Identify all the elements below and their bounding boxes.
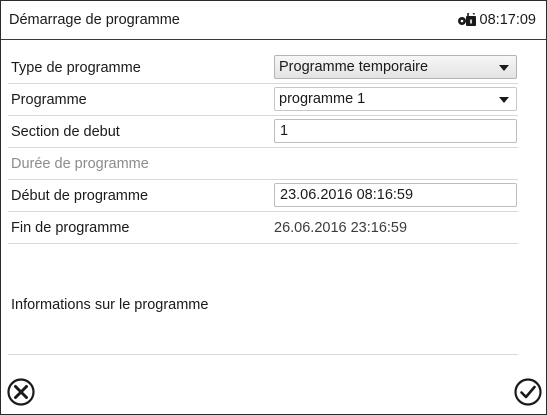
header-bar: Démarrage de programme 08:17:09 bbox=[1, 1, 546, 40]
row-program: Programme programme 1 bbox=[8, 84, 518, 116]
row-program-type: Type de programme Programme temporaire bbox=[8, 52, 518, 84]
divider bbox=[8, 354, 518, 355]
confirm-button[interactable] bbox=[513, 377, 543, 407]
program-type-dropdown[interactable]: Programme temporaire bbox=[274, 55, 517, 79]
program-type-label: Type de programme bbox=[11, 60, 141, 76]
program-type-value: Programme temporaire bbox=[279, 59, 429, 75]
program-end-label: Fin de programme bbox=[11, 220, 130, 236]
chevron-down-icon bbox=[499, 65, 509, 71]
program-label: Programme bbox=[11, 92, 87, 108]
program-duration-label: Durée de programme bbox=[11, 156, 149, 172]
program-start-label: Début de programme bbox=[11, 188, 149, 204]
row-program-duration: Durée de programme bbox=[8, 148, 518, 180]
program-start-value: 23.06.2016 08:16:59 bbox=[280, 187, 414, 203]
close-circle-icon bbox=[7, 378, 35, 406]
clock: 08:17:09 bbox=[457, 12, 536, 28]
program-end-value: 26.06.2016 23:16:59 bbox=[274, 220, 408, 236]
clock-time: 08:17:09 bbox=[479, 12, 536, 28]
page-title: Démarrage de programme bbox=[9, 12, 180, 28]
row-start-section: Section de debut 1 bbox=[8, 116, 518, 148]
chevron-down-icon bbox=[499, 97, 509, 103]
check-circle-icon bbox=[514, 378, 542, 406]
program-value: programme 1 bbox=[279, 91, 366, 107]
program-start-screen: Démarrage de programme 08:17:09 Type de … bbox=[0, 0, 547, 415]
row-program-end: Fin de programme 26.06.2016 23:16:59 bbox=[8, 212, 518, 244]
program-info-label: Informations sur le programme bbox=[11, 297, 209, 313]
lock-icon bbox=[457, 13, 476, 26]
program-start-input[interactable]: 23.06.2016 08:16:59 bbox=[274, 183, 517, 207]
cancel-button[interactable] bbox=[6, 377, 36, 407]
start-section-value: 1 bbox=[280, 123, 289, 139]
start-section-label: Section de debut bbox=[11, 124, 120, 140]
start-section-input[interactable]: 1 bbox=[274, 119, 517, 143]
program-dropdown[interactable]: programme 1 bbox=[274, 87, 517, 111]
row-program-start: Début de programme 23.06.2016 08:16:59 bbox=[8, 180, 518, 212]
